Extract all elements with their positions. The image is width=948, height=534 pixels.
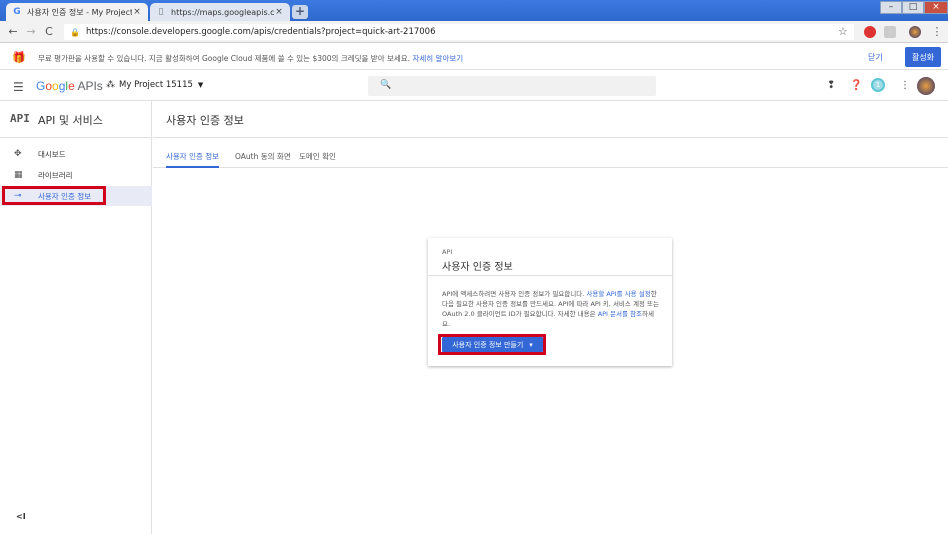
browser-tab-maps[interactable]: ▯ https://maps.googleapis.com/m × (150, 3, 290, 21)
sidebar-header: API API 및 서비스 (0, 101, 152, 138)
tab-oauth-consent[interactable]: OAuth 동의 화면 (235, 151, 291, 168)
banner-text: 무료 평가판을 사용할 수 있습니다. 지금 활성화하여 Google Clou… (38, 53, 463, 64)
minimize-button[interactable]: – (880, 1, 902, 14)
banner-message: 무료 평가판을 사용할 수 있습니다. 지금 활성화하여 Google Clou… (38, 54, 411, 63)
help-icon[interactable]: ❓ (850, 80, 862, 91)
activate-button[interactable]: 활성화 (905, 47, 941, 67)
api-docs-link[interactable]: API 문서를 참조 (598, 310, 642, 318)
gift-icon: 🎁 (12, 51, 26, 64)
sidebar: API API 및 서비스 ✥ 대시보드 ▦ 라이브러리 ⊸ 사용자 인증 정보… (0, 101, 152, 534)
console-header: ☰ Google APIs ⁂ My Project 15115 ▼ 🔍 ❢ ❓… (0, 71, 948, 101)
sidebar-item-dashboard[interactable]: ✥ 대시보드 (0, 144, 152, 164)
tab-close-icon[interactable]: × (132, 7, 142, 17)
api-logo: API (10, 112, 30, 125)
search-icon: 🔍 (380, 80, 392, 90)
close-window-button[interactable]: × (924, 1, 948, 14)
browser-toolbar: ← → C 🔒 https://console.developers.googl… (0, 21, 948, 43)
sidebar-item-label: 대시보드 (38, 149, 66, 159)
project-selector[interactable]: ⁂ My Project 15115 ▼ (106, 80, 203, 90)
page-header: 사용자 인증 정보 (153, 101, 948, 138)
forward-arrow-icon[interactable]: → (22, 25, 40, 38)
google-favicon-icon: G (13, 7, 21, 17)
tab-domain-verification[interactable]: 도메인 확인 (299, 151, 336, 168)
project-icon: ⁂ (106, 80, 115, 90)
back-arrow-icon[interactable]: ← (4, 25, 22, 38)
card-title: 사용자 인증 정보 (442, 262, 513, 273)
maximize-button[interactable]: □ (902, 1, 924, 14)
more-options-icon[interactable]: ⋮ (900, 80, 910, 91)
credentials-tabs: 사용자 인증 정보 OAuth 동의 화면 도메인 확인 (153, 138, 948, 168)
project-name: My Project 15115 (119, 80, 193, 90)
feedback-icon[interactable]: ❢ (827, 80, 835, 91)
highlight-box-sidebar (2, 186, 106, 205)
collapse-sidebar-icon[interactable]: <I (16, 512, 26, 521)
new-tab-button[interactable]: + (292, 5, 308, 19)
extension-icon[interactable] (884, 26, 896, 38)
address-url[interactable]: https://console.developers.google.com/ap… (86, 27, 436, 37)
chevron-down-icon: ▼ (197, 81, 204, 89)
library-icon: ▦ (14, 170, 23, 180)
search-input[interactable]: 🔍 (368, 76, 656, 96)
notifications-badge[interactable]: 1 (871, 78, 885, 92)
highlight-box-create (438, 334, 546, 355)
profile-avatar-icon[interactable] (909, 26, 921, 38)
browser-menu-icon[interactable]: ⋮ (928, 25, 946, 38)
learn-more-link[interactable]: 자세히 알아보기 (412, 54, 463, 63)
page-title: 사용자 인증 정보 (166, 114, 244, 127)
dashboard-icon: ✥ (14, 149, 22, 159)
browser-tab-active[interactable]: G 사용자 인증 정보 - My Project × (6, 3, 148, 21)
card-header: API 사용자 인증 정보 (428, 238, 672, 276)
tab-close-icon[interactable]: × (274, 7, 284, 17)
address-bar[interactable]: 🔒 https://console.developers.google.com/… (64, 24, 854, 40)
sidebar-title: API 및 서비스 (38, 114, 103, 127)
lock-icon: 🔒 (70, 27, 80, 37)
sidebar-item-label: 라이브러리 (38, 170, 73, 180)
card-kicker: API (442, 248, 453, 256)
browser-tab-strip: G 사용자 인증 정보 - My Project × ▯ https://map… (0, 0, 948, 21)
bookmark-star-icon[interactable]: ☆ (838, 25, 848, 38)
tab-credentials[interactable]: 사용자 인증 정보 (166, 151, 220, 168)
page-favicon-icon: ▯ (158, 7, 164, 17)
card-description: API에 액세스하려면 사용자 인증 정보가 필요합니다. 사용할 API를 사… (442, 290, 659, 328)
tab-title: https://maps.googleapis.com/m (171, 7, 274, 17)
dismiss-button[interactable]: 닫기 (868, 52, 883, 63)
extension-icon[interactable] (864, 26, 876, 38)
avatar[interactable] (917, 77, 935, 95)
enable-api-link[interactable]: 사용할 API를 사용 설정 (586, 290, 650, 298)
reload-icon[interactable]: C (40, 25, 58, 38)
free-trial-banner: 🎁 무료 평가판을 사용할 수 있습니다. 지금 활성화하여 Google Cl… (0, 44, 948, 70)
google-apis-logo[interactable]: Google APIs (36, 79, 103, 93)
tab-title: 사용자 인증 정보 - My Project (27, 7, 132, 17)
menu-icon[interactable]: ☰ (13, 80, 24, 94)
sidebar-item-library[interactable]: ▦ 라이브러리 (0, 165, 152, 185)
